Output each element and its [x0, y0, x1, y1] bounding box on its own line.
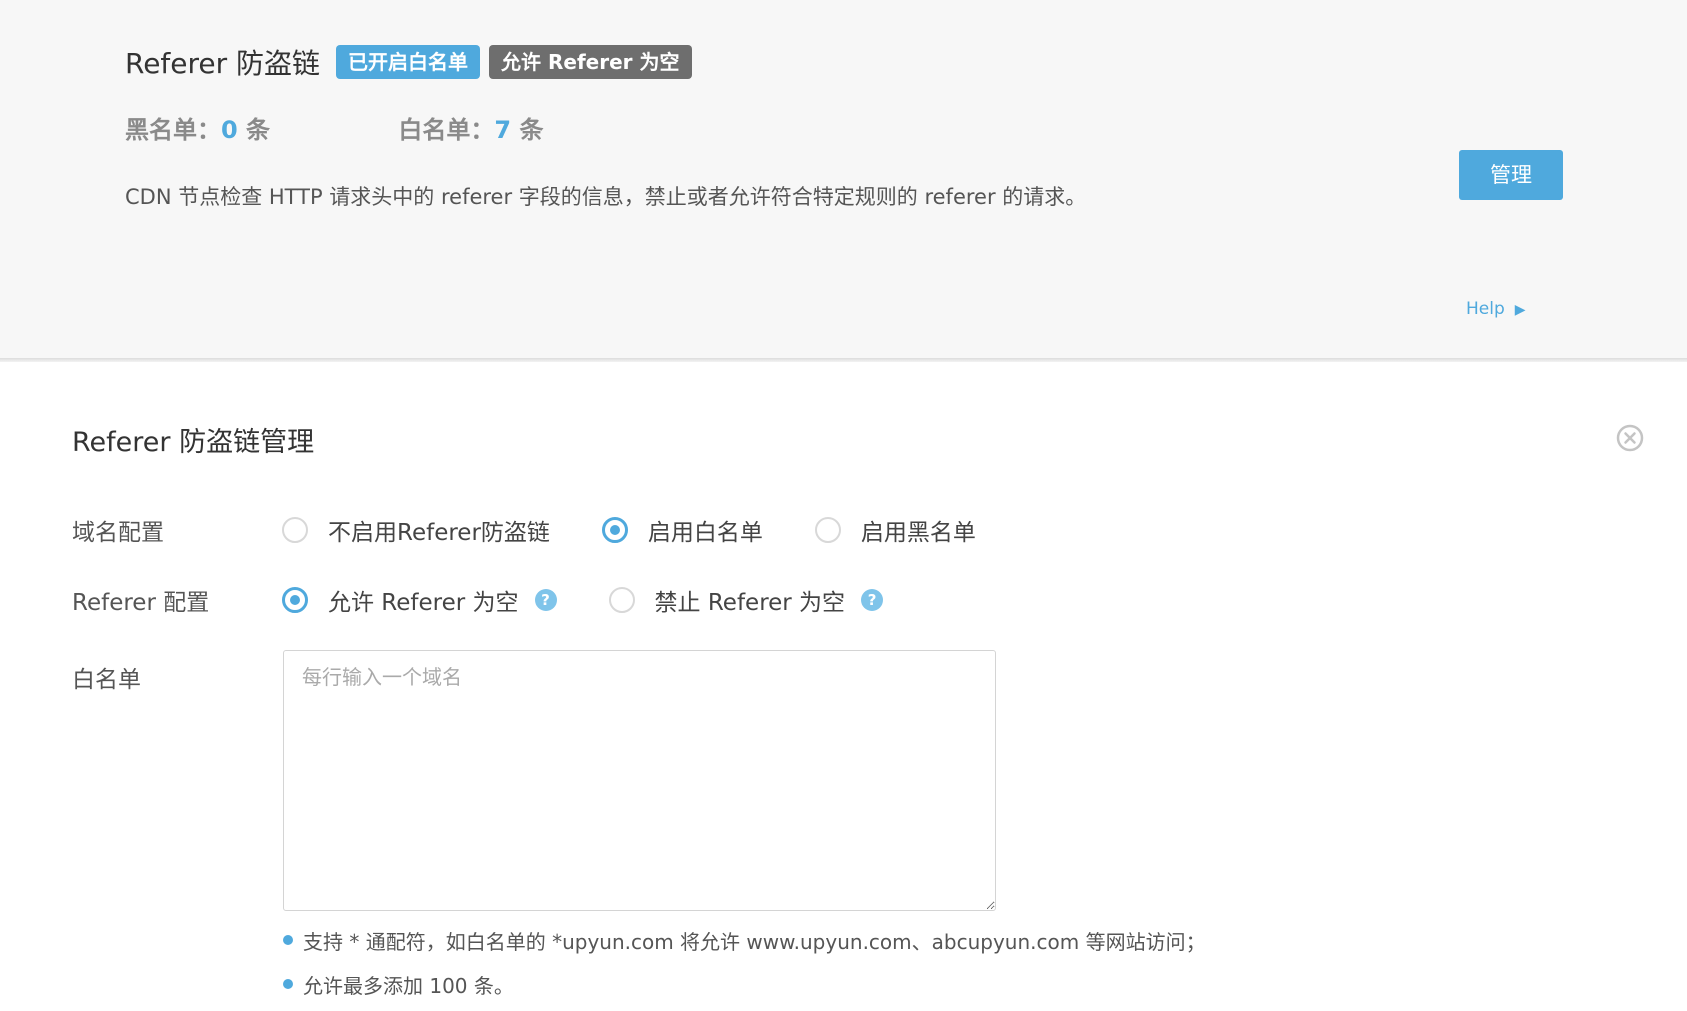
- domain-config-row: 域名配置 不启用Referer防盗链 启用白名单 启用黑名单: [72, 513, 1028, 547]
- radio-whitelist[interactable]: [601, 517, 628, 543]
- panel-title: Referer 防盗链管理: [72, 427, 315, 458]
- radio-allow-empty[interactable]: [282, 587, 308, 613]
- referer-config-row: Referer 配置 允许 Referer 为空 ? 禁止 Referer 为空…: [72, 583, 935, 617]
- referer-summary-card: Referer 防盗链 已开启白名单 允许 Referer 为空 黑名单：0 条…: [0, 0, 1687, 360]
- question-icon[interactable]: ?: [534, 589, 557, 611]
- help-label: Help: [1466, 299, 1505, 319]
- whitelist-notes: 支持 * 通配符，如白名单的 *upyun.com 将允许 www.upyun.…: [283, 918, 1206, 1006]
- referer-config-label: Referer 配置: [72, 590, 210, 616]
- whitelist-enabled-badge: 已开启白名单: [336, 45, 481, 79]
- card-title-row: Referer 防盗链 已开启白名单 允许 Referer 为空: [125, 42, 701, 82]
- allow-empty-referer-badge: 允许 Referer 为空: [489, 45, 692, 79]
- help-link[interactable]: Help ▶: [1466, 299, 1526, 319]
- radio-deny-empty[interactable]: [608, 587, 635, 613]
- list-counts: 黑名单：0 条 白名单：7 条: [125, 110, 543, 145]
- domain-config-label: 域名配置: [72, 520, 164, 546]
- blacklist-count-value: 0: [221, 116, 238, 144]
- referer-option-allow-empty[interactable]: 允许 Referer 为空 ?: [282, 583, 557, 617]
- whitelist-textarea[interactable]: [283, 650, 996, 911]
- domain-option-blacklist[interactable]: 启用黑名单: [814, 513, 976, 547]
- domain-option-whitelist[interactable]: 启用白名单: [601, 513, 763, 547]
- card-title: Referer 防盗链: [125, 47, 321, 80]
- domain-option-disabled[interactable]: 不启用Referer防盗链: [282, 513, 550, 547]
- referer-management-panel: Referer 防盗链管理 域名配置 不启用Referer防盗链 启用白名单 启…: [0, 362, 1687, 1011]
- note-item: 支持 * 通配符，如白名单的 *upyun.com 将允许 www.upyun.…: [283, 918, 1206, 962]
- bullet-dot-icon: [283, 935, 293, 945]
- whitelist-label: 白名单: [72, 667, 141, 693]
- blacklist-count: 黑名单：0 条: [125, 116, 271, 144]
- note-item: 允许最多添加 100 条。: [283, 962, 1206, 1006]
- referer-option-deny-empty[interactable]: 禁止 Referer 为空 ?: [608, 583, 884, 617]
- whitelist-count: 白名单：7 条: [398, 116, 544, 144]
- radio-blacklist[interactable]: [814, 517, 841, 543]
- radio-disabled[interactable]: [282, 517, 308, 543]
- whitelist-count-value: 7: [494, 116, 512, 144]
- close-icon[interactable]: [1616, 424, 1644, 452]
- play-arrow-icon: ▶: [1514, 302, 1526, 318]
- manage-button[interactable]: 管理: [1459, 150, 1563, 200]
- card-description: CDN 节点检查 HTTP 请求头中的 referer 字段的信息，禁止或者允许…: [125, 185, 1087, 209]
- bullet-dot-icon: [283, 979, 293, 989]
- question-icon[interactable]: ?: [861, 589, 884, 611]
